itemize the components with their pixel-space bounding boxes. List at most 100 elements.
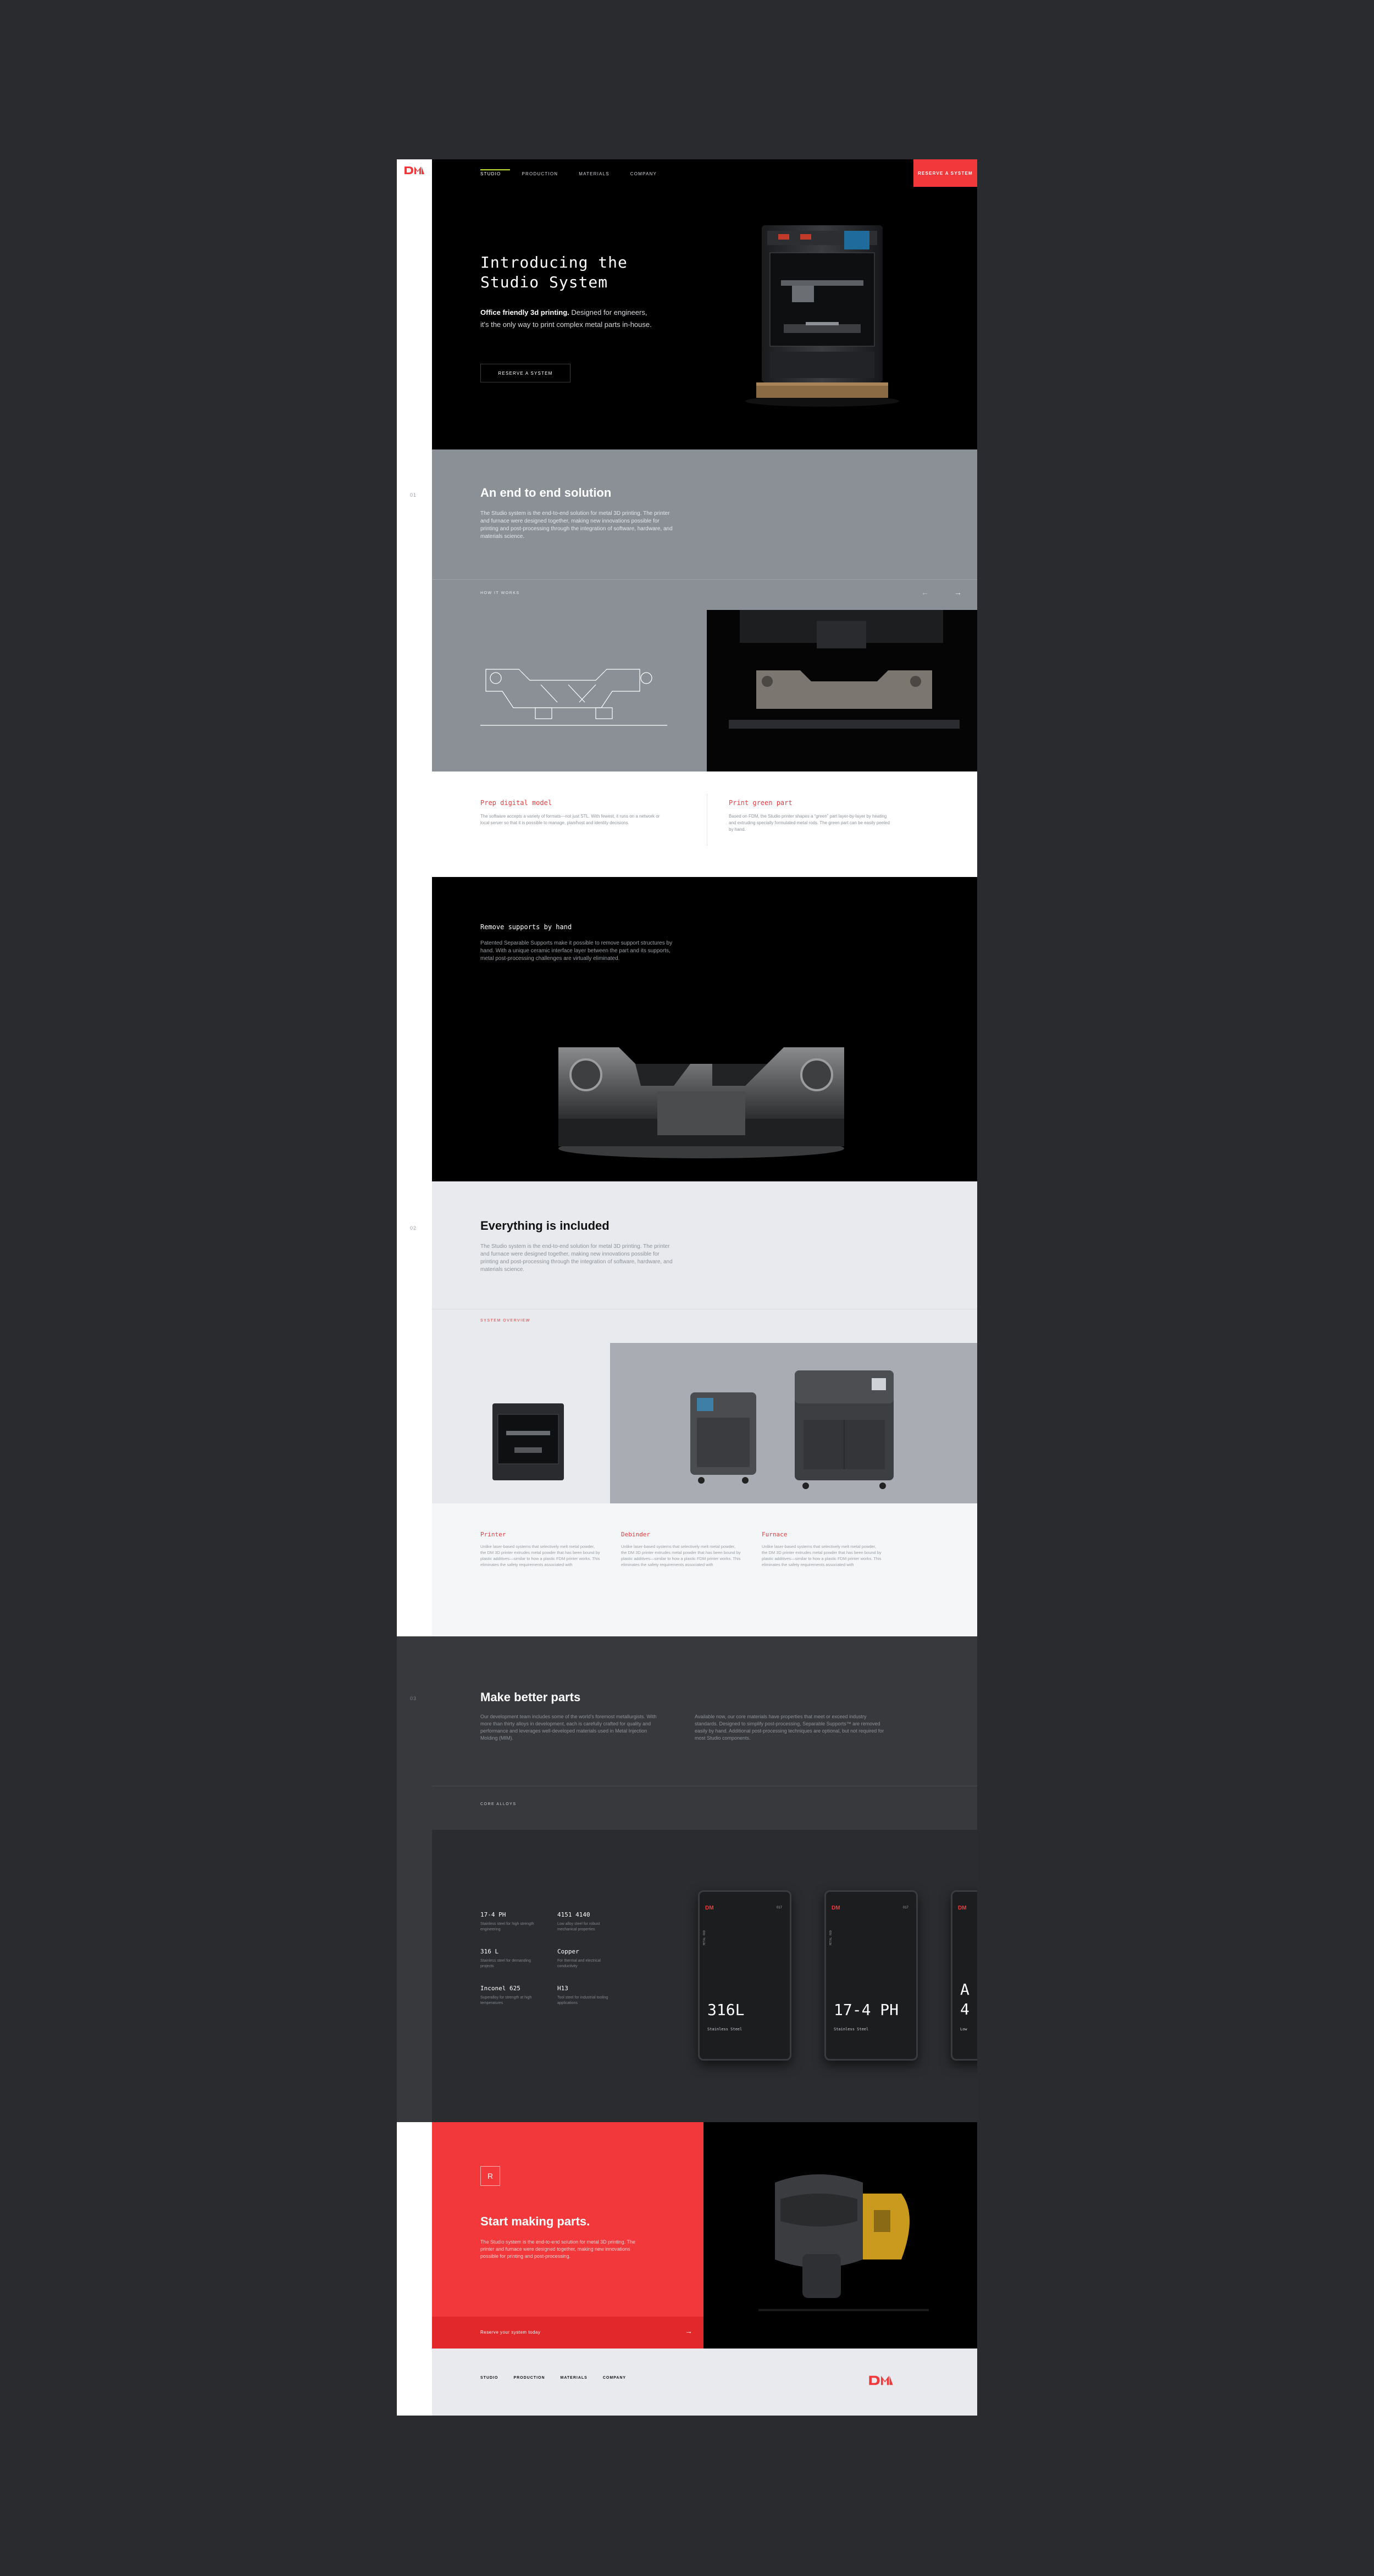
alloy-desc: Low alloy steel for robust mechanical pr… <box>557 1922 600 1931</box>
alloy-desc: Stainless steel for demanding projects <box>480 1959 531 1968</box>
alloy-item[interactable]: Inconel 625 Superalloy for strength at hi… <box>480 1985 546 2006</box>
footer-link-studio[interactable]: STUDIO <box>480 2376 498 2380</box>
footer-link-company[interactable]: COMPANY <box>603 2376 626 2380</box>
alloy-name: 4151 4140 <box>557 1911 590 1918</box>
card-alloy-name: A 4 <box>960 1980 969 2018</box>
alloy-item[interactable]: H13 Tool steel for industrial tooling app… <box>557 1985 623 2006</box>
alloy-desc: For thermal and electrical conductivity <box>557 1959 601 1968</box>
left-rail-steps <box>397 771 432 877</box>
steps-section: Prep digital model The software accepts … <box>432 771 977 877</box>
product-debinder-title: Debinder <box>621 1531 650 1538</box>
hero-reserve-button[interactable]: RESERVE A SYSTEM <box>480 364 570 382</box>
card-alloy-sub: Stainless Steel <box>707 2027 743 2031</box>
card-tag: 017 <box>902 1906 908 1909</box>
alloy-card-17-4-ph[interactable]: DM 017 METAL ROD 17-4 PH Stainless Steel <box>824 1890 918 2061</box>
debinder-product-image <box>690 1392 756 1484</box>
product-printer-title: Printer <box>480 1531 506 1538</box>
section-number-02: 02 <box>410 1225 417 1231</box>
next-arrow-icon[interactable]: → <box>954 588 962 597</box>
included-title: Everything is included <box>480 1219 610 1233</box>
footer-link-production[interactable]: PRODUCTION <box>513 2376 545 2380</box>
overview-label-row: SYSTEM OVERVIEW <box>432 1311 977 1343</box>
hero-title-line-2: Studio System <box>480 273 608 291</box>
printer-product-image <box>492 1403 564 1480</box>
sintered-part-image <box>758 2174 929 2311</box>
solution-section: An end to end solution The Studio system… <box>432 449 977 771</box>
alloy-name: 17-4 PH <box>480 1911 506 1918</box>
alloy-name: 316 L <box>480 1948 499 1955</box>
alloy-card-partial[interactable]: DM A 4 Low <box>951 1890 977 2061</box>
alloy-item[interactable]: 316 L Stainless steel for demanding proje… <box>480 1948 546 1969</box>
parts-title: Make better parts <box>480 1690 581 1704</box>
step-card-1: Prep digital model The software accepts … <box>480 799 678 826</box>
footer-link-materials[interactable]: MATERIALS <box>561 2376 588 2380</box>
nav-link-materials[interactable]: MATERIALS <box>579 171 610 176</box>
how-it-works-label: HOW IT WORKS <box>480 591 520 595</box>
supports-text: Patented Separable Supports make it poss… <box>480 940 673 962</box>
left-rail <box>397 159 432 449</box>
logo[interactable] <box>403 165 425 176</box>
section-number-01: 01 <box>410 492 417 498</box>
product-furnace-text: Unlike laser-based systems that selectiv… <box>762 1544 882 1567</box>
parts-text-right: Available now, our core materials have p… <box>695 1714 884 1741</box>
left-rail-03: 03 <box>397 1636 432 2122</box>
included-text: The Studio system is the end-to-end solu… <box>480 1243 673 1273</box>
step-2-text: Based on FDM, the Studio printer shapes … <box>729 814 890 832</box>
reserve-system-nav-button[interactable]: RESERVE A SYSTEM <box>913 159 977 187</box>
cta-link-bar[interactable]: Reserve your system today → <box>432 2317 703 2349</box>
alloy-desc: Tool steel for industrial tooling applic… <box>557 1996 608 2005</box>
card-alloy-name: 316L <box>707 2001 745 2019</box>
logo-mark-icon <box>405 166 424 174</box>
left-rail-supports <box>397 877 432 1181</box>
nav-link-studio[interactable]: STUDIO <box>480 171 501 176</box>
nav-link-production[interactable]: PRODUCTION <box>522 171 558 176</box>
product-furnace-title: Furnace <box>762 1531 788 1538</box>
card-logo: DM <box>832 1905 840 1911</box>
page: STUDIO PRODUCTION MATERIALS COMPANY RESE… <box>397 159 977 2416</box>
step-2-title: Print green part <box>729 799 793 807</box>
hero-title: Introducing the Studio System <box>480 253 628 292</box>
furnace-product-image <box>795 1370 894 1489</box>
footer: STUDIO PRODUCTION MATERIALS COMPANY <box>432 2349 977 2416</box>
alloy-item[interactable]: 4151 4140 Low alloy steel for robust mech… <box>557 1911 623 1933</box>
hero-subtitle-bold: Office friendly 3d printing. <box>480 308 569 317</box>
product-card-furnace: Furnace Unlike laser-based systems that … <box>762 1531 883 1568</box>
product-printer-text: Unlike laser-based systems that selectiv… <box>480 1544 600 1567</box>
products-text-row: Printer Unlike laser-based systems that … <box>432 1503 977 1636</box>
card-alloy-sub: Low <box>960 2027 967 2031</box>
step-1-text: The software accepts a variety of format… <box>480 814 660 825</box>
card-logo: DM <box>958 1905 967 1911</box>
alloy-name: Inconel 625 <box>480 1985 520 1992</box>
product-card-debinder: Debinder Unlike laser-based systems that… <box>621 1531 742 1568</box>
alloy-item[interactable]: Copper For thermal and electrical conduct… <box>557 1948 623 1969</box>
digital-model-wireframe <box>480 669 667 726</box>
nav-link-company[interactable]: COMPANY <box>630 171 657 176</box>
product-debinder-text: Unlike laser-based systems that selectiv… <box>621 1544 741 1567</box>
hero-subtitle-line-2: it's the only way to print complex metal… <box>480 320 652 329</box>
top-nav: STUDIO PRODUCTION MATERIALS COMPANY <box>480 159 657 188</box>
supports-title: Remove supports by hand <box>480 923 572 931</box>
footer-nav: STUDIO PRODUCTION MATERIALS COMPANY <box>480 2376 626 2380</box>
alloy-item[interactable]: 17-4 PH Stainless steel for high strength… <box>480 1911 546 1933</box>
green-part-image <box>729 610 960 729</box>
cta-panel: R Start making parts. The Studio system … <box>432 2122 703 2349</box>
parts-section: Make better parts Our development team i… <box>432 1636 977 1830</box>
left-rail-01: 01 <box>397 449 432 771</box>
card-logo: DM <box>705 1905 714 1911</box>
alloy-card-316l[interactable]: DM 017 METAL ROD 316L Stainless Steel <box>698 1890 791 2061</box>
alloy-list: 17-4 PH Stainless steel for high strength… <box>480 1911 623 2006</box>
studio-printer-image <box>745 225 899 407</box>
left-rail-cta <box>397 2122 432 2349</box>
cta-text: The Studio system is the end-to-end solu… <box>480 2239 635 2259</box>
logo-mark-icon <box>869 2375 893 2385</box>
hero-subtitle: Office friendly 3d printing. Designed fo… <box>480 307 689 331</box>
footer-logo[interactable] <box>866 2374 896 2390</box>
step-1-title: Prep digital model <box>480 799 552 807</box>
alloy-desc: Superalloy for strength at high temperat… <box>480 1996 532 2005</box>
card-alloy-name: 17-4 PH <box>834 2001 899 2019</box>
system-overview-label: SYSTEM OVERVIEW <box>480 1319 530 1323</box>
card-alloy-sub: Stainless Steel <box>834 2027 869 2031</box>
card-side-label: METAL ROD <box>829 1930 833 1946</box>
prev-arrow-icon[interactable]: ← <box>921 588 929 597</box>
alloy-desc: Stainless steel for high strength engine… <box>480 1922 534 1931</box>
